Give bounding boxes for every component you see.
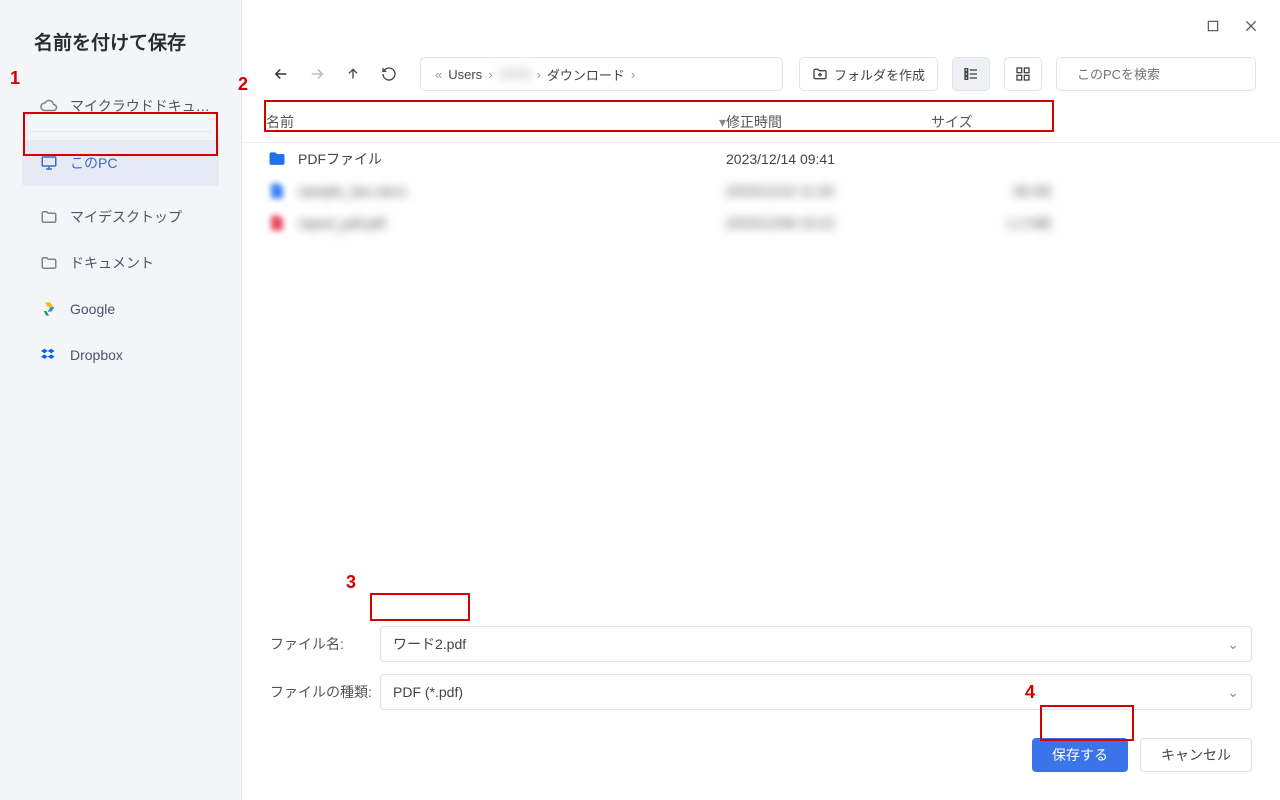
chevron-left-double-icon: «: [433, 67, 444, 82]
sidebar-item-label: マイデスクトップ: [70, 207, 182, 227]
breadcrumb-part[interactable]: Users: [448, 67, 482, 82]
file-row[interactable]: report_pdf.pdf 2023/12/08 15:22 1.2 MB: [266, 207, 1256, 239]
file-size: 1.2 MB: [931, 215, 1051, 231]
close-icon[interactable]: [1242, 17, 1260, 35]
folder-icon: [266, 148, 288, 170]
sidebar-item-cloud[interactable]: マイクラウドドキュ…: [0, 83, 241, 129]
file-row[interactable]: PDFファイル 2023/12/14 09:41: [266, 143, 1256, 175]
nav-up-button[interactable]: [338, 59, 368, 89]
file-modified: 2023/12/08 15:22: [726, 215, 931, 231]
annotation-box: [370, 593, 470, 621]
sidebar-item-label: Google: [70, 301, 115, 317]
list-view-icon: [963, 66, 979, 82]
file-list: PDFファイル 2023/12/14 09:41 sample_doc.docx…: [242, 143, 1280, 239]
titlebar: [242, 0, 1280, 52]
file-icon: [266, 212, 288, 234]
dropbox-icon: [40, 346, 58, 364]
chevron-down-icon[interactable]: ⌄: [1227, 684, 1239, 701]
file-modified: 2023/12/14 09:41: [726, 151, 931, 167]
chevron-right-icon: ›: [535, 67, 543, 82]
file-size: 48 KB: [931, 183, 1051, 199]
sidebar-item-desktop[interactable]: マイデスクトップ: [0, 194, 241, 240]
filename-value: ワード2.pdf: [393, 634, 466, 654]
folder-icon: [40, 254, 58, 272]
sidebar-item-dropbox[interactable]: Dropbox: [0, 332, 241, 378]
file-list-header: 名前 ▾ 修正時間 サイズ: [242, 96, 1280, 143]
bottom-form: ファイル名: ワード2.pdf ⌄ ファイルの種類: PDF (*.pdf) ⌄…: [242, 626, 1280, 800]
cloud-icon: [40, 97, 58, 115]
sidebar-item-thispc[interactable]: このPC: [22, 140, 219, 186]
toolbar: « Users › › ダウンロード › フォルダを作成: [242, 52, 1280, 96]
view-grid-button[interactable]: [1004, 57, 1042, 91]
file-icon: [266, 180, 288, 202]
file-row[interactable]: sample_doc.docx 2023/12/10 11:30 48 KB: [266, 175, 1256, 207]
filetype-label: ファイルの種類:: [270, 682, 380, 702]
breadcrumb-part-redacted[interactable]: [499, 67, 531, 81]
new-folder-button[interactable]: フォルダを作成: [799, 57, 938, 91]
file-name: sample_doc.docx: [298, 183, 726, 199]
filename-input[interactable]: ワード2.pdf ⌄: [380, 626, 1252, 662]
column-header-modified[interactable]: 修正時間: [726, 112, 931, 132]
search-input[interactable]: [1077, 67, 1253, 82]
breadcrumb[interactable]: « Users › › ダウンロード ›: [420, 57, 783, 91]
google-drive-icon: [40, 300, 58, 318]
filetype-value: PDF (*.pdf): [393, 684, 463, 700]
refresh-button[interactable]: [374, 59, 404, 89]
new-folder-icon: [812, 66, 828, 82]
chevron-right-icon: ›: [486, 67, 494, 82]
sidebar-item-label: マイクラウドドキュ…: [70, 96, 210, 116]
file-name: report_pdf.pdf: [298, 215, 726, 231]
chevron-down-icon[interactable]: ⌄: [1227, 636, 1239, 653]
chevron-right-icon: ›: [629, 67, 637, 82]
annotation-number: 3: [346, 572, 356, 593]
sidebar-item-label: ドキュメント: [70, 253, 154, 273]
grid-view-icon: [1015, 66, 1031, 82]
sidebar-item-documents[interactable]: ドキュメント: [0, 240, 241, 286]
cancel-button[interactable]: キャンセル: [1140, 738, 1252, 772]
sidebar-item-label: このPC: [70, 153, 117, 173]
search-box[interactable]: [1056, 57, 1256, 91]
dialog-title: 名前を付けて保存: [0, 24, 241, 83]
sidebar-separator: [30, 131, 211, 132]
file-name: PDFファイル: [298, 149, 726, 169]
nav-forward-button[interactable]: [302, 59, 332, 89]
maximize-icon[interactable]: [1204, 17, 1222, 35]
breadcrumb-part[interactable]: ダウンロード: [547, 65, 625, 84]
sidebar: 名前を付けて保存 マイクラウドドキュ… このPC マイデスクトップ ドキュメン: [0, 0, 242, 800]
folder-icon: [40, 208, 58, 226]
column-header-name[interactable]: 名前 ▾: [266, 112, 726, 132]
monitor-icon: [40, 154, 58, 172]
main-panel: « Users › › ダウンロード › フォルダを作成: [242, 0, 1280, 800]
filetype-select[interactable]: PDF (*.pdf) ⌄: [380, 674, 1252, 710]
nav-back-button[interactable]: [266, 59, 296, 89]
file-modified: 2023/12/10 11:30: [726, 183, 931, 199]
new-folder-label: フォルダを作成: [834, 65, 925, 84]
sidebar-item-label: Dropbox: [70, 347, 123, 363]
sort-caret-icon: ▾: [719, 114, 726, 131]
view-list-button[interactable]: [952, 57, 990, 91]
sidebar-item-google[interactable]: Google: [0, 286, 241, 332]
save-button[interactable]: 保存する: [1032, 738, 1128, 772]
filename-label: ファイル名:: [270, 634, 380, 654]
column-header-size[interactable]: サイズ: [931, 112, 1051, 132]
